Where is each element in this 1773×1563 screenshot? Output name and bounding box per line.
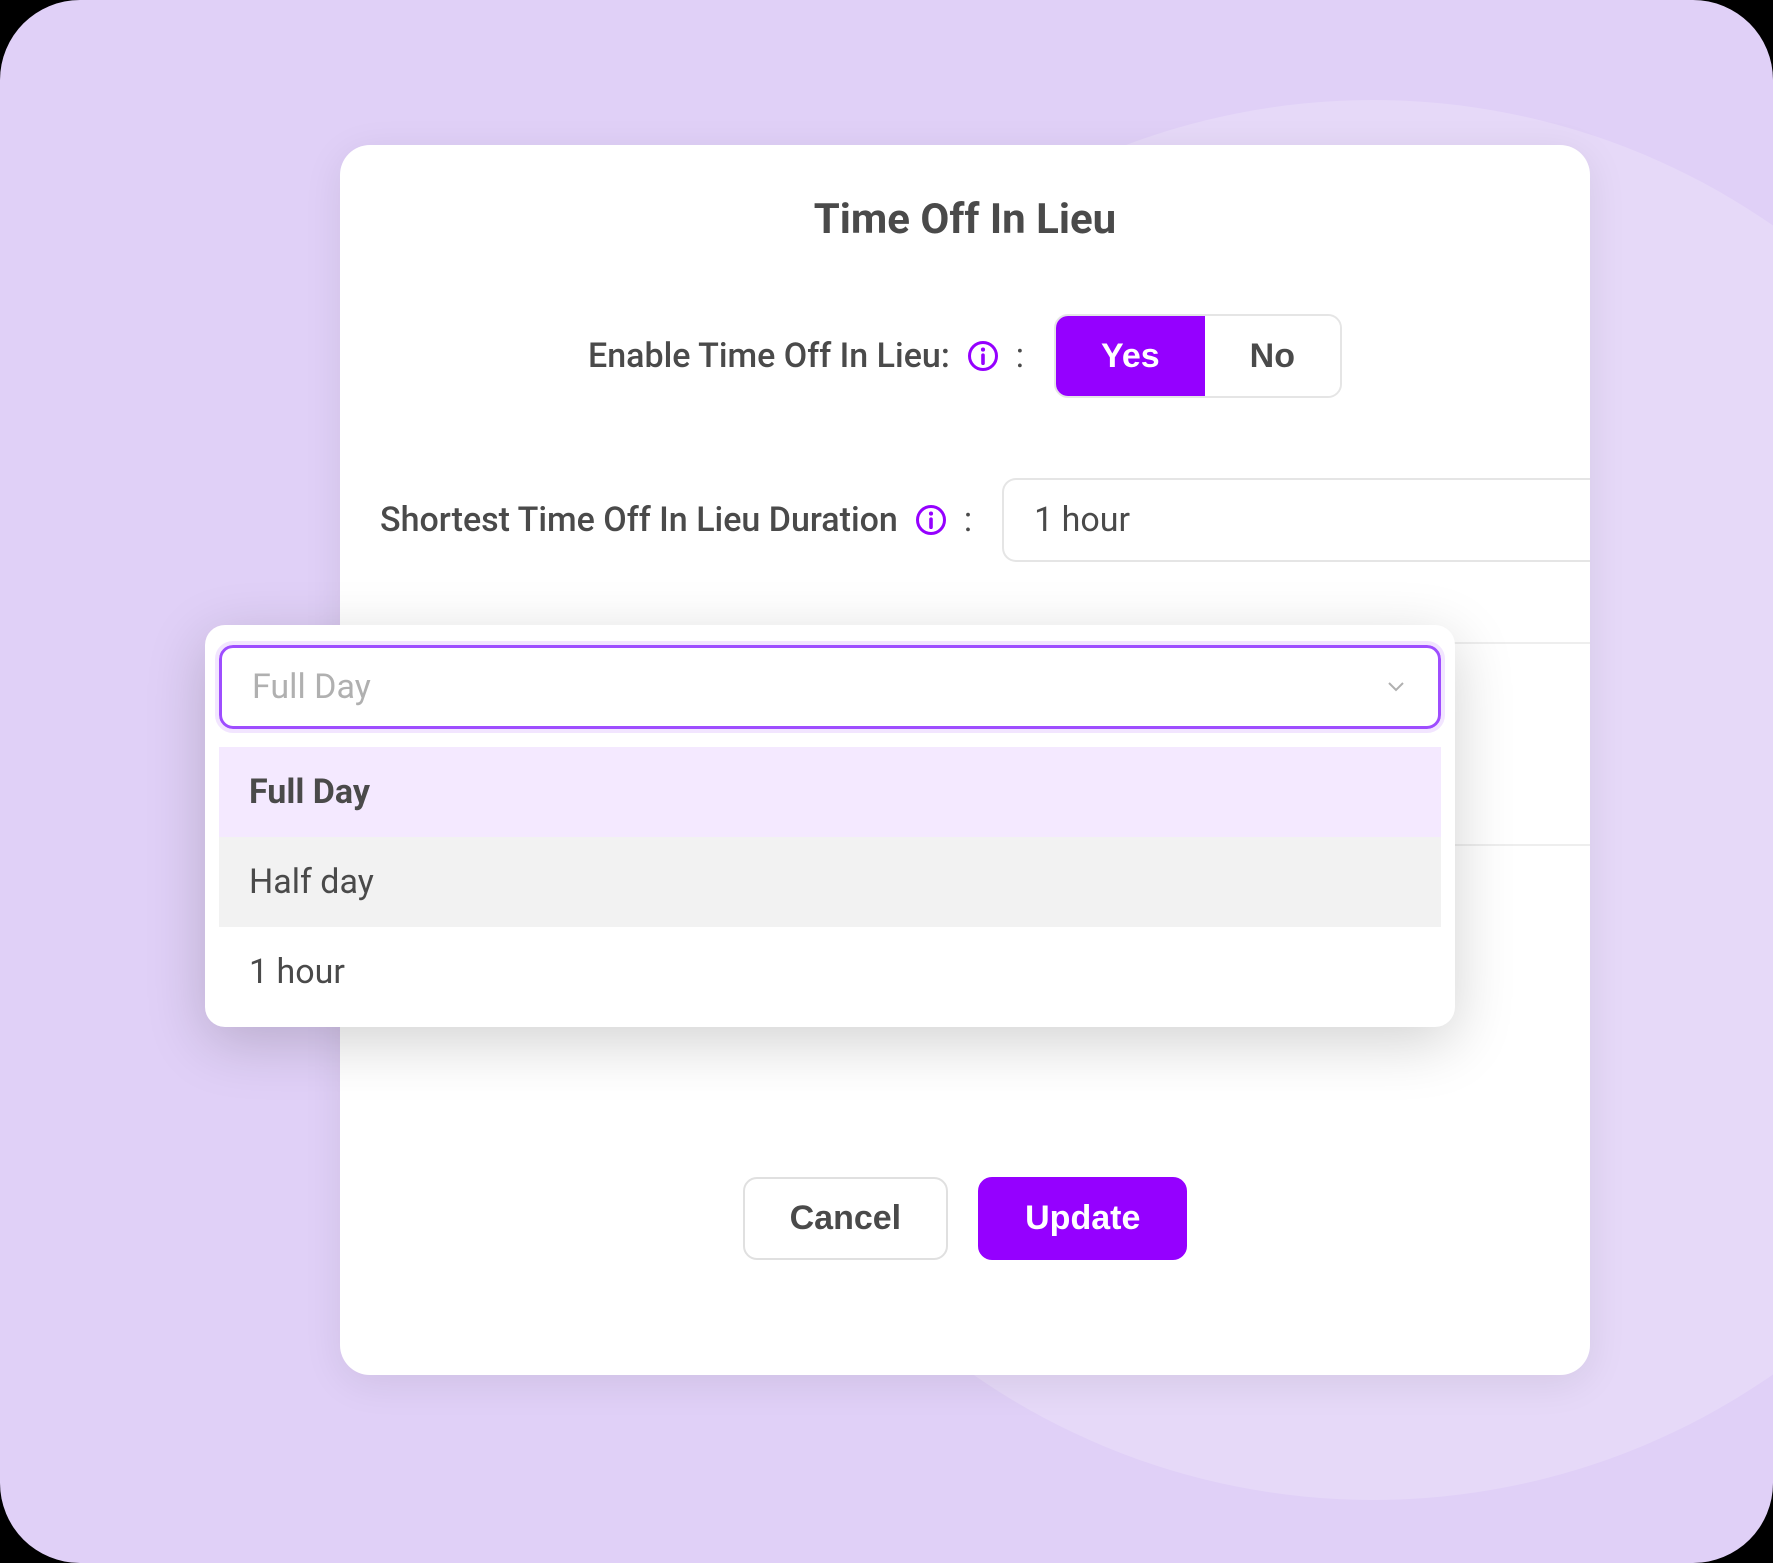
dropdown-option-1-hour[interactable]: 1 hour [219, 927, 1441, 1017]
cancel-button[interactable]: Cancel [743, 1177, 949, 1260]
card-title: Time Off In Lieu [340, 195, 1590, 244]
enable-toil-toggle[interactable]: Yes No [1054, 314, 1342, 398]
background-panel: Time Off In Lieu Enable Time Off In Lieu… [0, 0, 1773, 1563]
duration-dropdown-popup: Full Day Full Day Half day 1 hour [205, 625, 1455, 1027]
shortest-duration-label: Shortest Time Off In Lieu Duration [380, 500, 898, 540]
duration-dropdown-options: Full Day Half day 1 hour [219, 747, 1441, 1017]
duration-dropdown-input[interactable]: Full Day [219, 645, 1441, 729]
dropdown-option-full-day[interactable]: Full Day [219, 747, 1441, 837]
action-buttons-row: Cancel Update [340, 1117, 1590, 1260]
enable-no-button[interactable]: No [1205, 316, 1340, 396]
update-button[interactable]: Update [978, 1177, 1187, 1260]
info-icon[interactable] [968, 341, 998, 371]
enable-toil-label: Enable Time Off In Lieu: [588, 336, 950, 376]
colon-separator: : [964, 500, 972, 540]
chevron-down-icon [1384, 667, 1408, 707]
shortest-duration-row: Shortest Time Off In Lieu Duration : 1 h… [340, 478, 1590, 562]
info-icon[interactable] [916, 505, 946, 535]
enable-yes-button[interactable]: Yes [1056, 316, 1205, 396]
enable-toil-row: Enable Time Off In Lieu: : Yes No [340, 314, 1590, 398]
duration-dropdown-placeholder: Full Day [252, 667, 371, 707]
shortest-duration-select[interactable]: 1 hour [1002, 478, 1590, 562]
dropdown-option-half-day[interactable]: Half day [219, 837, 1441, 927]
colon-separator: : [1016, 336, 1024, 376]
shortest-duration-value: 1 hour [1034, 500, 1130, 540]
